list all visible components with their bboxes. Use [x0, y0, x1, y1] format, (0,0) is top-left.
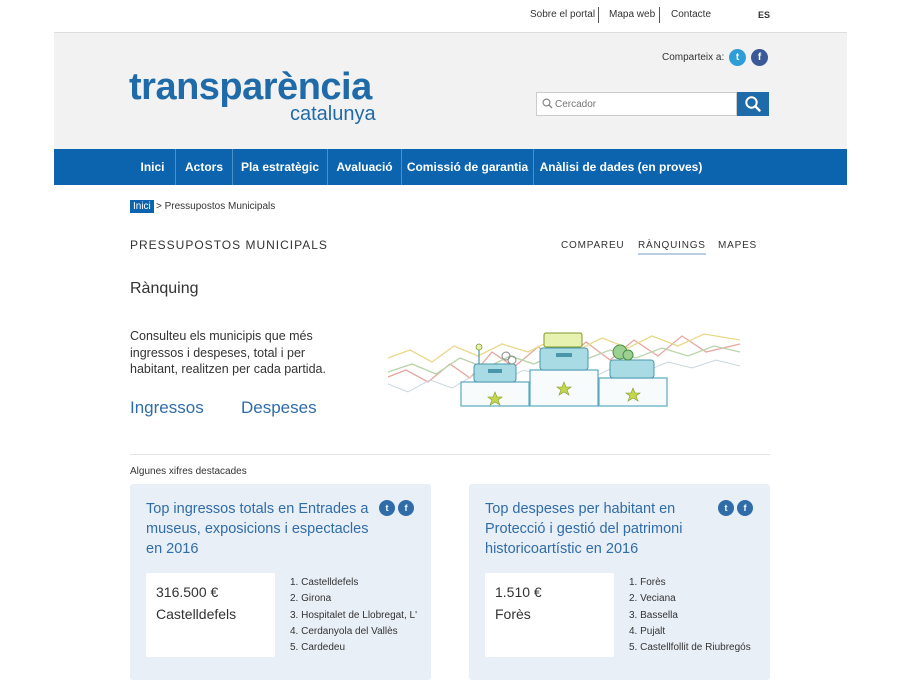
stat-value: 1.510 € [495, 584, 542, 600]
nav-item-inici[interactable]: Inici [130, 149, 175, 185]
card-title[interactable]: Top despeses per habitant en Protecció i… [485, 499, 715, 559]
link-contacte[interactable]: Contacte [671, 9, 711, 20]
link-mapa-web[interactable]: Mapa web [609, 9, 655, 20]
intro-text: Consulteu els municipis que més ingresso… [130, 329, 326, 376]
link-sobre-el-portal[interactable]: Sobre el portal [530, 9, 595, 20]
nav-item-avaluacio[interactable]: Avaluació [328, 149, 401, 185]
highlight-card-income: Top ingressos totals en Entrades a museu… [130, 484, 431, 680]
twitter-icon[interactable]: t [729, 49, 746, 66]
search-button[interactable] [737, 92, 769, 116]
stat-value: 316.500 € [156, 584, 219, 600]
breadcrumb-home-link[interactable]: Inici [130, 200, 154, 213]
highlight-card-expense: Top despeses per habitant en Protecció i… [469, 484, 770, 680]
search-icon [542, 98, 553, 109]
search-field[interactable] [536, 92, 737, 116]
search-icon [745, 96, 761, 112]
section-title: Rànquing [130, 280, 199, 297]
logo-title[interactable]: transparència [129, 67, 372, 107]
breadcrumb-current: > Pressupostos Municipals [156, 201, 276, 212]
highlights-label: Algunes xifres destacades [130, 466, 247, 477]
site-header: transparència catalunya Comparteix a: t … [54, 32, 847, 149]
despeses-link[interactable]: Despeses [241, 398, 317, 418]
stat-municipality: Castelldefels [156, 606, 237, 622]
facebook-icon[interactable]: f [751, 49, 768, 66]
search-input[interactable] [555, 93, 735, 115]
twitter-icon[interactable]: t [379, 500, 395, 516]
ranking-list: 1. Forès 2. Veciana 3. Bassella 4. Pujal… [629, 575, 761, 656]
page-title: PRESSUPOSTOS MUNICIPALS [130, 238, 328, 252]
list-item: 2. Veciana [629, 593, 676, 605]
stat-box: 316.500 € Castelldefels [146, 573, 275, 657]
list-item: 4. Pujalt [629, 625, 666, 637]
utility-bar: Sobre el portal Mapa web Contacte ES [0, 0, 900, 32]
logo-subtitle[interactable]: catalunya [290, 103, 376, 125]
list-item: 1. Forès [629, 577, 666, 588]
nav-item-pla-estrategic[interactable]: Pla estratègic [233, 149, 327, 185]
ingressos-link[interactable]: Ingressos [130, 398, 204, 418]
list-item: 2. Girona [290, 593, 332, 605]
facebook-icon[interactable]: f [398, 500, 414, 516]
list-item: 5. Cardedeu [290, 642, 346, 654]
stat-municipality: Forès [495, 606, 531, 622]
tab-mapes[interactable]: MAPES [718, 240, 757, 251]
list-item: 4. Cerdanyola del Vallès [290, 625, 398, 637]
list-item: 3. Bassella [629, 609, 678, 621]
podium-illustration [388, 332, 740, 407]
divider [598, 7, 599, 23]
twitter-icon[interactable]: t [718, 500, 734, 516]
stat-box: 1.510 € Forès [485, 573, 614, 657]
card-title[interactable]: Top ingressos totals en Entrades a museu… [146, 499, 376, 559]
tab-compareu[interactable]: COMPAREU [561, 240, 624, 251]
list-item: 5. Castellfollit de Riubregós [629, 642, 751, 654]
nav-item-analisi-de-dades[interactable]: Anàlisi de dades (en proves) [534, 149, 708, 185]
divider [659, 7, 660, 23]
list-item: 1. Castelldefels [290, 577, 359, 588]
ranking-list: 1. Castelldefels 2. Girona 3. Hospitalet… [290, 575, 422, 656]
facebook-icon[interactable]: f [737, 500, 753, 516]
list-item: 3. Hospitalet de Llobregat, L' [290, 609, 417, 621]
main-nav: Inici Actors Pla estratègic Avaluació Co… [54, 149, 847, 185]
share-label: Comparteix a: [662, 52, 725, 63]
language-es-link[interactable]: ES [758, 10, 770, 20]
nav-item-comissio-de-garantia[interactable]: Comissió de garantia [402, 149, 533, 185]
nav-item-actors[interactable]: Actors [176, 149, 232, 185]
divider [130, 454, 770, 455]
tab-ranquings[interactable]: RÀNQUINGS [638, 240, 706, 255]
